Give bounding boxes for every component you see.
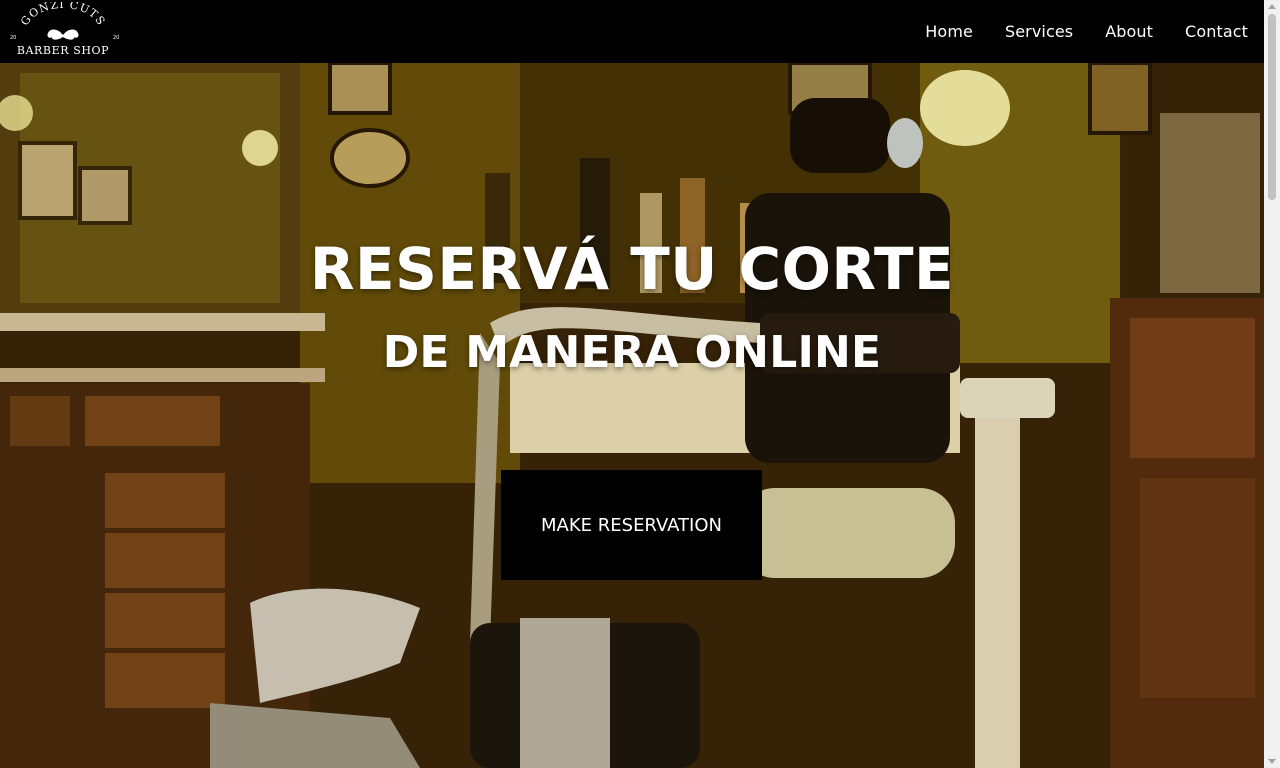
hero-section: RESERVÁ TU CORTE DE MANERA ONLINE MAKE R… [0, 63, 1264, 768]
hero-overlay [0, 63, 1264, 768]
mustache-logo-icon: GONZI CUTS 20 20 BARBER SHOP [10, 2, 119, 57]
scroll-up-arrow-icon[interactable] [1268, 4, 1276, 9]
hero-headline-line2: DE MANERA ONLINE [382, 327, 882, 378]
make-reservation-button[interactable]: MAKE RESERVATION [501, 470, 762, 580]
svg-text:GONZI CUTS: GONZI CUTS [18, 2, 108, 28]
page-scrollbar[interactable] [1264, 0, 1280, 768]
page: GONZI CUTS 20 20 BARBER SHOP Home Servic… [0, 0, 1280, 768]
nav-link-home[interactable]: Home [925, 22, 973, 41]
main-nav: Home Services About Contact [893, 0, 1248, 63]
nav-link-contact[interactable]: Contact [1185, 22, 1248, 41]
nav-link-about[interactable]: About [1105, 22, 1153, 41]
navbar: GONZI CUTS 20 20 BARBER SHOP Home Servic… [0, 0, 1264, 63]
brand-name-bottom: BARBER SHOP [17, 44, 109, 57]
nav-link-services[interactable]: Services [1005, 22, 1073, 41]
scroll-down-arrow-icon[interactable] [1268, 759, 1276, 764]
hero-headline-line1: RESERVÁ TU CORTE [309, 235, 955, 303]
brand-name-top: GONZI CUTS [18, 2, 107, 28]
brand-year-right: 20 [113, 35, 119, 41]
brand-logo[interactable]: GONZI CUTS 20 20 BARBER SHOP [4, 2, 122, 60]
brand-year-left: 20 [10, 35, 16, 41]
scrollbar-thumb[interactable] [1268, 14, 1276, 200]
